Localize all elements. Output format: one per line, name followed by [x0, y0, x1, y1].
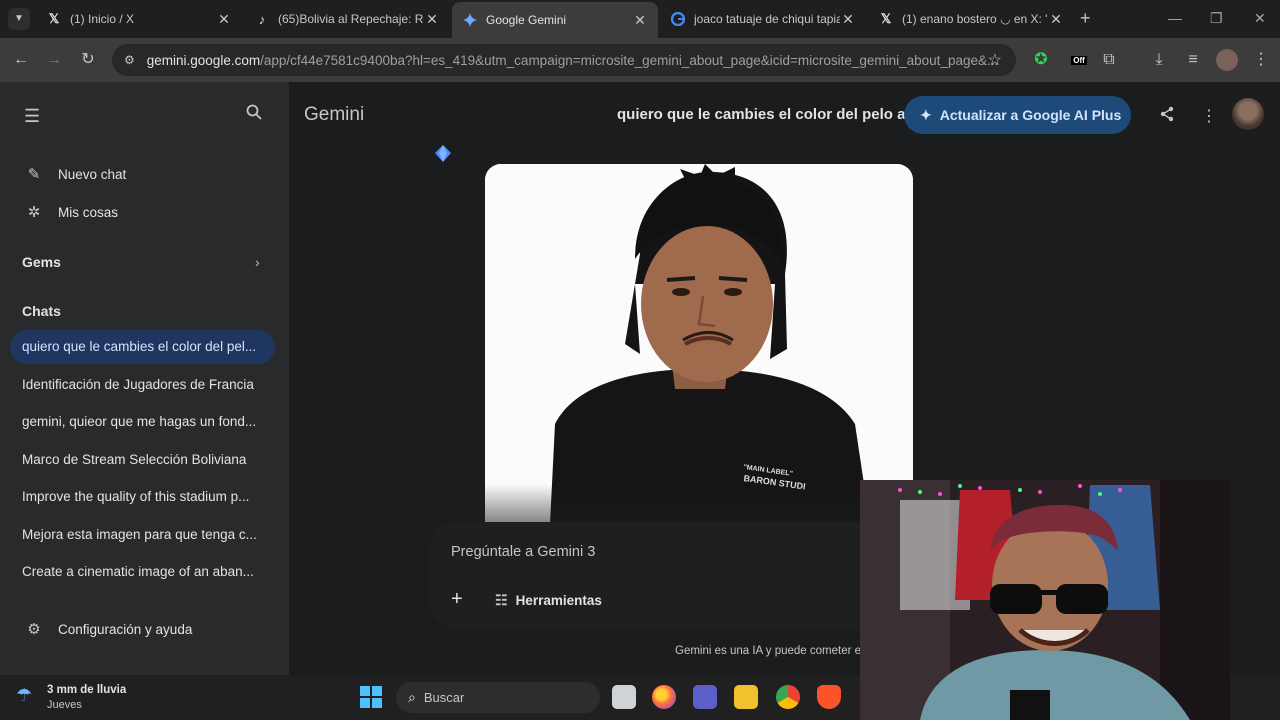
address-bar[interactable]: ⚙ gemini.google.com /app/cf44e7581c9400b… [112, 44, 1016, 76]
tab-gemini[interactable]: Google Gemini ✕ [452, 2, 658, 38]
site-info-icon[interactable]: ⚙ [124, 53, 135, 67]
tools-button[interactable]: ☷ Herramientas [495, 592, 602, 609]
more-options-icon[interactable]: ⋮ [1201, 106, 1217, 126]
weather-amount[interactable]: 3 mm de lluvia [47, 684, 126, 696]
url-path: /app/cf44e7581c9400ba?hl=es_419&utm_camp… [260, 52, 999, 68]
minimize-icon[interactable]: — [1168, 10, 1182, 26]
brave-icon[interactable] [817, 685, 841, 709]
restore-icon[interactable]: ❐ [1210, 10, 1223, 27]
close-tab-icon[interactable]: ✕ [840, 11, 856, 28]
gemini-brand[interactable]: Gemini [304, 104, 364, 126]
settings-help-button[interactable]: ⚙ Configuración y ayuda [22, 620, 192, 638]
tab-title: (1) Inicio / X [70, 12, 135, 26]
close-window-icon[interactable]: ✕ [1254, 10, 1266, 27]
gems-section[interactable]: Gems [22, 254, 61, 270]
settings-label: Configuración y ayuda [58, 621, 193, 637]
chat-item[interactable]: Marco de Stream Selección Boliviana [10, 443, 275, 477]
tab-title: (1) enano bostero ◡ en X: " [902, 12, 1048, 26]
extension-toggle-icon[interactable]: Off [1068, 49, 1090, 71]
prompt-composer[interactable]: Pregúntale a Gemini 3 + ☷ Herramientas [429, 522, 889, 629]
new-tab-icon[interactable]: + [1080, 8, 1091, 29]
chat-item[interactable]: Improve the quality of this stadium p... [10, 480, 275, 514]
close-tab-icon[interactable]: ✕ [424, 11, 440, 28]
shapes-icon: ✲ [27, 204, 41, 221]
browser-menu-icon[interactable]: ⋮ [1250, 49, 1272, 71]
edit-pencil-icon: ✎ [27, 166, 41, 183]
my-stuff-button[interactable]: ✲ Mis cosas [22, 203, 118, 221]
sliders-icon: ☷ [495, 592, 508, 608]
teams-icon[interactable] [693, 685, 717, 709]
x-logo-icon: 𝕏 [48, 11, 60, 26]
new-chat-button[interactable]: ✎ Nuevo chat [22, 165, 127, 183]
task-view-icon[interactable] [612, 685, 636, 709]
url-host: gemini.google.com [146, 52, 261, 68]
search-icon: ⌕ [408, 689, 416, 705]
weather-day[interactable]: Jueves [47, 699, 82, 711]
disclaimer-text: Gemini es una IA y puede cometer e [675, 645, 862, 657]
firefox-icon[interactable] [652, 685, 676, 709]
close-tab-icon[interactable]: ✕ [1048, 11, 1064, 28]
forward-arrow-icon[interactable]: → [43, 49, 65, 71]
chat-item[interactable]: gemini, quieor que me hagas un fond... [10, 405, 275, 439]
account-avatar[interactable] [1232, 98, 1264, 130]
webcam-overlay [860, 480, 1230, 720]
profile-avatar[interactable] [1216, 49, 1238, 71]
new-chat-label: Nuevo chat [58, 166, 127, 182]
chat-item[interactable]: Create a cinematic image of an aban... [10, 555, 275, 589]
menu-hamburger-icon[interactable]: ☰ [24, 106, 40, 127]
extension-shield-icon[interactable]: ✪ [1030, 49, 1052, 71]
browser-toolbar: ← → ↻ ⚙ gemini.google.com /app/cf44e7581… [0, 38, 1280, 82]
download-icon[interactable]: ⤓ [1148, 49, 1170, 71]
file-explorer-icon[interactable] [734, 685, 758, 709]
taskbar-search[interactable]: ⌕ Buscar [396, 682, 600, 713]
gemini-response-icon [435, 145, 451, 162]
sparkle-icon: ✦ [920, 106, 932, 123]
close-tab-icon[interactable]: ✕ [632, 12, 648, 29]
extensions-puzzle-icon[interactable]: ⧉ [1098, 49, 1120, 71]
gear-icon: ⚙ [27, 621, 41, 638]
my-stuff-label: Mis cosas [58, 204, 119, 220]
streamer-camera-feed [860, 480, 1230, 720]
extension-badge: Off [1071, 56, 1087, 65]
tab-title: Google Gemini [486, 13, 567, 27]
chats-heading: Chats [22, 303, 61, 319]
chat-item[interactable]: quiero que le cambies el color del pel..… [10, 330, 275, 364]
prompt-input-placeholder[interactable]: Pregúntale a Gemini 3 [451, 544, 595, 560]
upgrade-label: Actualizar a Google AI Plus [939, 107, 1122, 123]
conversation-title: quiero que le cambies el color del pelo … [617, 106, 906, 123]
close-tab-icon[interactable]: ✕ [216, 11, 232, 28]
generated-image[interactable]: "MAIN LABEL" BARON STUDI [485, 164, 913, 524]
browser-tab-strip: ▼ 𝕏 (1) Inicio / X ✕ ♪ (65)Bolivia al Re… [0, 0, 1280, 38]
chat-item[interactable]: Mejora esta imagen para que tenga c... [10, 518, 275, 552]
portrait-illustration: "MAIN LABEL" BARON STUDI [485, 164, 913, 524]
tab-tiktok[interactable]: ♪ (65)Bolivia al Repechaje: Res ✕ [244, 4, 450, 34]
google-icon [670, 11, 686, 27]
tools-label: Herramientas [515, 593, 602, 608]
taskbar-search-label: Buscar [423, 690, 465, 705]
tiktok-icon: ♪ [258, 11, 266, 27]
windows-start-icon[interactable] [360, 686, 382, 708]
tab-x-home[interactable]: 𝕏 (1) Inicio / X ✕ [36, 4, 242, 34]
sidebar: ☰ ✎ Nuevo chat ✲ Mis cosas Gems › Chats … [0, 82, 289, 675]
chat-item[interactable]: Identificación de Jugadores de Francia [10, 368, 275, 402]
tab-title: joaco tatuaje de chiqui tapia [694, 12, 840, 26]
reload-icon[interactable]: ↻ [77, 49, 99, 71]
upgrade-button[interactable]: ✦ Actualizar a Google AI Plus [904, 96, 1131, 134]
gemini-icon [462, 12, 478, 28]
tab-google-search[interactable]: joaco tatuaje de chiqui tapia ✕ [660, 4, 866, 34]
rain-umbrella-icon[interactable]: ☂ [16, 685, 32, 706]
share-icon[interactable] [1159, 106, 1175, 127]
tab-search-dropdown-button[interactable]: ▼ [8, 8, 30, 30]
x-logo-icon: 𝕏 [880, 11, 892, 26]
add-attachment-icon[interactable]: + [451, 588, 463, 611]
back-arrow-icon[interactable]: ← [10, 49, 32, 71]
search-icon[interactable] [246, 104, 262, 125]
chevron-right-icon[interactable]: › [255, 254, 260, 270]
chrome-icon[interactable] [776, 685, 800, 709]
media-controls-icon[interactable]: ≡ [1182, 49, 1204, 71]
tab-x-post[interactable]: 𝕏 (1) enano bostero ◡ en X: " ✕ [868, 4, 1074, 34]
bookmark-star-icon[interactable]: ☆ [988, 50, 1002, 70]
tab-title: (65)Bolivia al Repechaje: Res [278, 12, 424, 26]
